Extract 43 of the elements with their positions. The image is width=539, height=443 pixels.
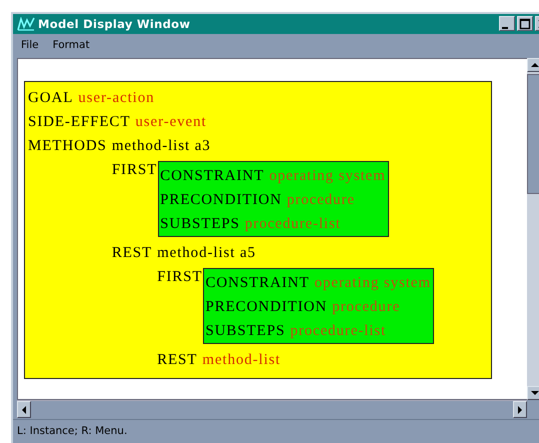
slot-name: CONSTRAINT xyxy=(160,166,264,186)
minimize-button[interactable] xyxy=(499,16,515,32)
slot-value: procedure-list xyxy=(290,322,386,341)
scroll-up-button[interactable] xyxy=(527,58,539,72)
slot-value: method-list xyxy=(202,350,281,370)
list-label: REST xyxy=(112,244,152,263)
slot-value: procedure-list xyxy=(244,214,341,234)
slot-value: operating system xyxy=(314,274,431,293)
chart-line-icon xyxy=(17,16,35,31)
slot-value: operating system xyxy=(269,166,386,186)
slot-value: procedure xyxy=(286,190,355,210)
scroll-down-button[interactable] xyxy=(527,386,539,400)
left-arrow-icon xyxy=(21,406,27,414)
scroll-right-button[interactable] xyxy=(513,401,527,418)
slot-name: SUBSTEPS xyxy=(160,214,240,234)
horizontal-scrollbar[interactable] xyxy=(17,400,527,420)
slot-name: SUBSTEPS xyxy=(205,322,286,341)
down-arrow-icon xyxy=(530,390,538,396)
slot-value: procedure xyxy=(332,298,400,317)
menu-item[interactable]: Format xyxy=(52,38,90,51)
vertical-scrollbar[interactable] xyxy=(527,58,539,400)
slot-name: CONSTRAINT xyxy=(205,274,310,293)
slot-name: PRECONDITION xyxy=(205,298,328,317)
up-arrow-icon xyxy=(530,62,538,68)
slot-name: GOAL xyxy=(28,88,74,108)
slot-name: METHODS xyxy=(28,136,107,156)
slot-value: user-action xyxy=(78,88,155,108)
scroll-thumb[interactable] xyxy=(527,74,539,194)
maximize-button[interactable] xyxy=(517,16,533,32)
list-label: FIRST xyxy=(157,268,202,287)
slot-value: method-list a3 xyxy=(112,136,211,156)
minimize-icon xyxy=(502,26,508,29)
scroll-left-button[interactable] xyxy=(17,401,31,418)
list-label: REST xyxy=(157,350,198,370)
right-arrow-icon xyxy=(517,406,523,414)
menu-item[interactable]: File xyxy=(21,38,39,51)
slot-value: method-list a5 xyxy=(157,244,256,263)
slot-name: SIDE-EFFECT xyxy=(28,112,130,132)
slot-name: PRECONDITION xyxy=(160,190,282,210)
maximize-icon xyxy=(519,18,531,30)
slot-value: user-event xyxy=(135,112,207,132)
list-label: FIRST xyxy=(112,160,158,180)
window-title: Model Display Window xyxy=(38,16,190,31)
